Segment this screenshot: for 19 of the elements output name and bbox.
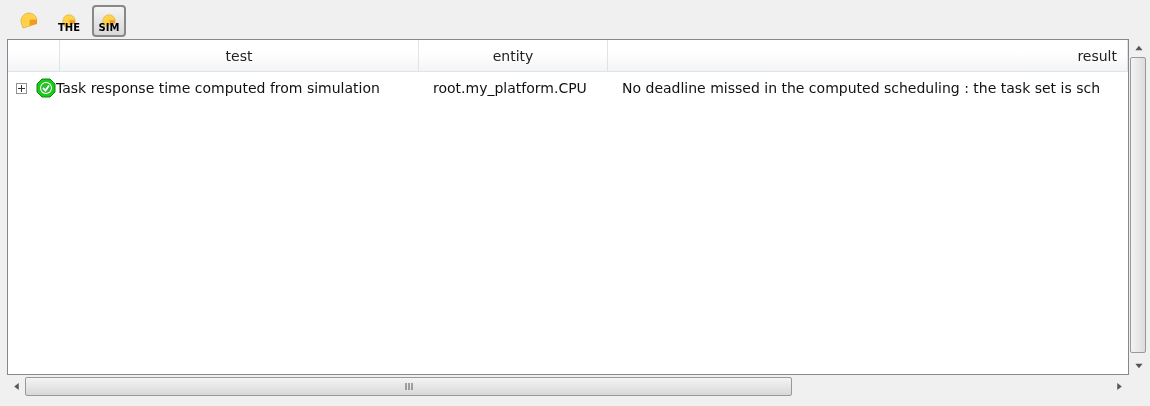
table-cell-text: Task response time computed from simulation [56,80,381,96]
scrollbar-thumb[interactable] [25,376,792,396]
toolbar-button[interactable]: SIM [92,5,126,37]
scrollbar-thumb[interactable] [1130,57,1146,353]
left-arrow-icon [11,381,21,391]
expand-button[interactable] [16,82,27,94]
toolbar-button[interactable]: THE [52,5,86,37]
column-header[interactable]: result [608,40,1128,71]
column-header[interactable]: test [60,40,419,71]
grip-icon [404,382,413,390]
check-icon [36,78,56,98]
pie-chart-icon [19,12,39,30]
plus-icon [18,84,25,92]
down-arrow-icon [1133,361,1143,371]
up-arrow-icon [1133,43,1143,53]
table-cell-text: root.my_platform.CPU [432,80,588,96]
column-header[interactable]: entity [419,40,608,71]
table-cell-text: No deadline missed in the computed scheduling : the task set is sch [621,80,1102,96]
right-arrow-icon [1114,381,1124,391]
